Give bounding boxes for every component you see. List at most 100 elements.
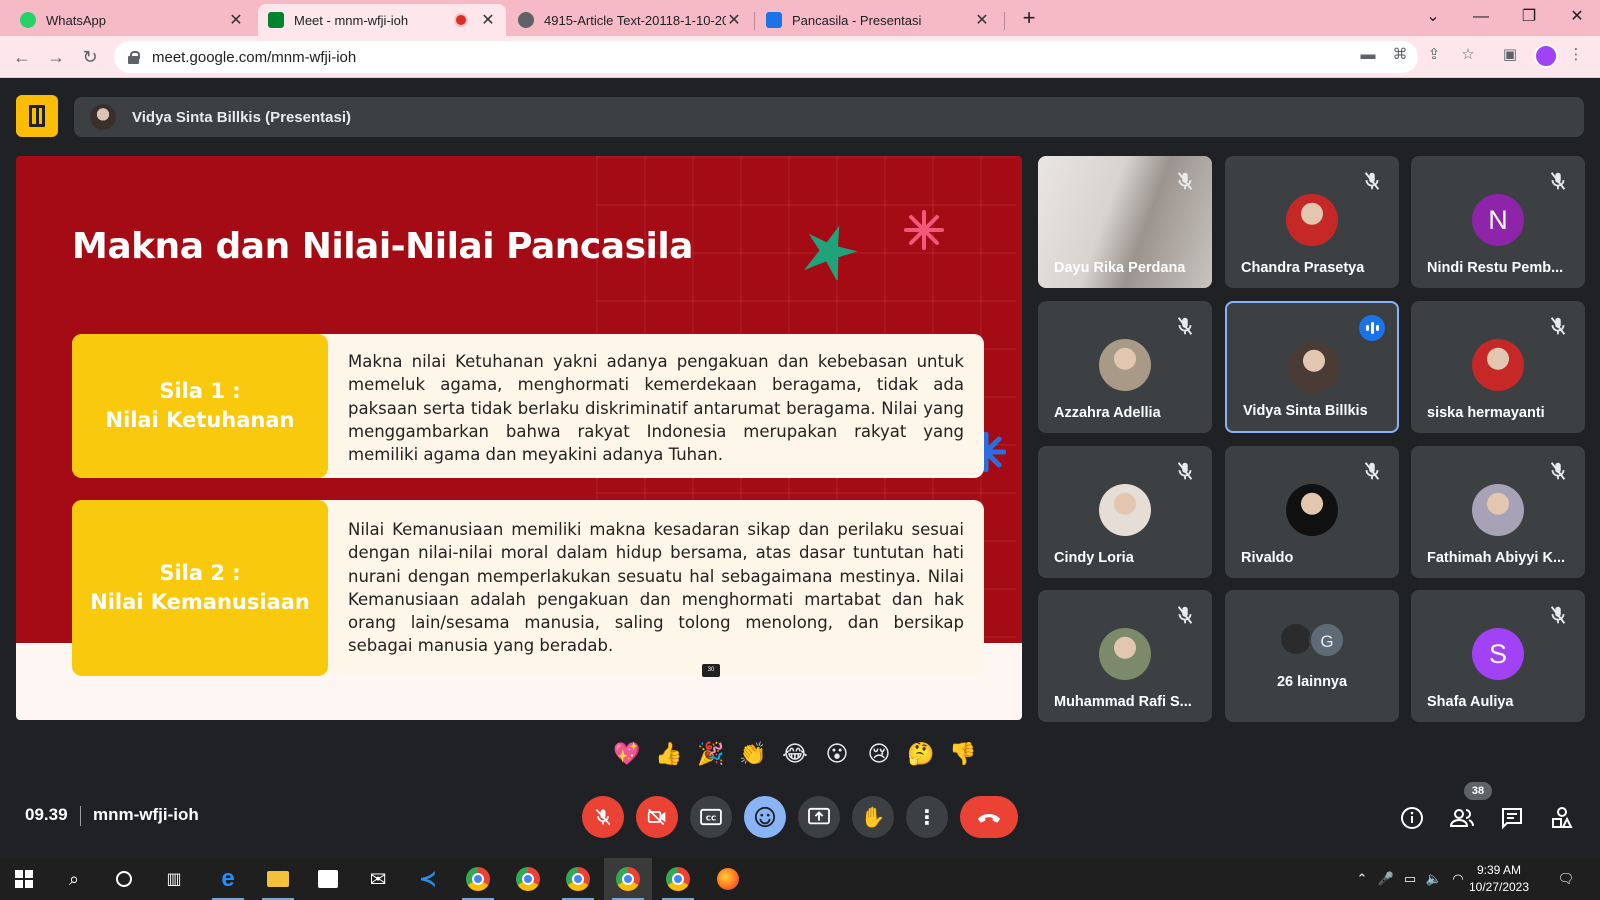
taskbar-chrome-3[interactable] bbox=[554, 858, 602, 900]
chrome-menu-icon[interactable]: ⋮ bbox=[1566, 45, 1586, 65]
camera-icon[interactable]: ▬ bbox=[1358, 45, 1378, 65]
participant-tile[interactable]: N Nindi Restu Pemb... bbox=[1411, 156, 1585, 288]
new-tab-button[interactable]: + bbox=[1016, 6, 1042, 32]
taskbar-chrome-2[interactable] bbox=[504, 858, 552, 900]
reaction-emoji-button[interactable]: 💖 bbox=[612, 739, 642, 769]
microphone-tray-icon[interactable]: 🎤 bbox=[1376, 871, 1396, 887]
camera-toggle-button[interactable] bbox=[636, 796, 678, 838]
translate-icon[interactable]: ⌘ bbox=[1390, 45, 1410, 65]
task-view-button[interactable]: ▥ bbox=[150, 858, 198, 900]
close-tab-icon[interactable]: ✕ bbox=[726, 10, 742, 30]
cortana-button[interactable] bbox=[100, 858, 148, 900]
close-tab-icon[interactable]: ✕ bbox=[974, 10, 990, 30]
leave-call-button[interactable] bbox=[960, 796, 1018, 838]
meeting-details-button[interactable] bbox=[1397, 803, 1427, 833]
participant-tile[interactable]: Azzahra Adellia bbox=[1038, 301, 1212, 433]
maximize-button[interactable]: ❐ bbox=[1514, 4, 1544, 30]
bookmark-star-icon[interactable]: ☆ bbox=[1458, 45, 1478, 65]
microphone-toggle-button[interactable] bbox=[582, 796, 624, 838]
presenter-label: Vidya Sinta Billkis (Presentasi) bbox=[132, 108, 351, 126]
tab-title: Pancasila - Presentasi bbox=[792, 12, 922, 28]
tab-title: WhatsApp bbox=[46, 12, 106, 28]
chat-button[interactable] bbox=[1497, 803, 1527, 833]
participant-avatar bbox=[1472, 339, 1524, 391]
captions-button[interactable]: CC bbox=[690, 796, 732, 838]
forward-icon[interactable]: → bbox=[44, 45, 68, 69]
search-taskbar-button[interactable]: ⌕ bbox=[50, 858, 98, 900]
reaction-emoji-button[interactable]: 👏 bbox=[738, 739, 768, 769]
back-icon[interactable]: ← bbox=[10, 45, 34, 69]
more-options-button[interactable]: ⋮ bbox=[906, 796, 948, 838]
taskbar-vscode[interactable]: ≺ bbox=[404, 858, 452, 900]
tab-meet[interactable]: Meet - mnm-wfji-ioh ✕ bbox=[258, 4, 506, 36]
taskbar-chrome-4[interactable] bbox=[604, 858, 652, 900]
reload-icon[interactable]: ↻ bbox=[78, 45, 102, 69]
raise-hand-button[interactable]: ✋ bbox=[852, 796, 894, 838]
taskbar-store[interactable] bbox=[304, 858, 352, 900]
sila-2-label: Sila 2 : Nilai Kemanusiaan bbox=[72, 500, 328, 676]
mic-muted-icon bbox=[1174, 170, 1196, 192]
hangup-icon bbox=[977, 813, 1001, 823]
taskbar-chrome-1[interactable] bbox=[454, 858, 502, 900]
tab-divider bbox=[754, 12, 755, 30]
reaction-emoji-button[interactable]: 😢 bbox=[864, 739, 894, 769]
present-screen-button[interactable] bbox=[798, 796, 840, 838]
participant-tile[interactable]: Vidya Sinta Billkis bbox=[1225, 301, 1399, 433]
people-button[interactable] bbox=[1447, 803, 1477, 833]
taskbar-firefox[interactable] bbox=[704, 858, 752, 900]
taskbar-file-explorer[interactable] bbox=[254, 858, 302, 900]
sila-2-description: Nilai Kemanusiaan memiliki makna kesadar… bbox=[348, 520, 964, 656]
side-panel-icon[interactable]: ▣ bbox=[1500, 45, 1520, 65]
clock-date: 10/27/2023 bbox=[1468, 880, 1530, 894]
reactions-button[interactable] bbox=[744, 796, 786, 838]
participant-tile[interactable]: siska hermayanti bbox=[1411, 301, 1585, 433]
participant-tile[interactable]: Rivaldo bbox=[1225, 446, 1399, 578]
reaction-emoji-button[interactable]: 😂 bbox=[780, 739, 810, 769]
taskbar-edge[interactable]: e bbox=[204, 858, 252, 900]
participant-tile[interactable]: Dayu Rika Perdana bbox=[1038, 156, 1212, 288]
participant-name: Chandra Prasetya bbox=[1241, 260, 1365, 276]
tab-search-icon[interactable]: ⌄ bbox=[1418, 4, 1448, 30]
participant-tile[interactable]: Muhammad Rafi S... bbox=[1038, 590, 1212, 722]
vscode-icon: ≺ bbox=[418, 866, 438, 891]
presenter-avatar bbox=[90, 104, 116, 130]
minimize-button[interactable]: — bbox=[1466, 4, 1496, 30]
participant-tile[interactable]: S Shafa Auliya bbox=[1411, 590, 1585, 722]
taskbar-mail[interactable]: ✉ bbox=[354, 858, 402, 900]
close-tab-icon[interactable]: ✕ bbox=[228, 10, 244, 30]
participant-tile[interactable]: G 26 lainnya bbox=[1225, 590, 1399, 722]
system-clock[interactable]: 9:39 AM 10/27/2023 bbox=[1462, 862, 1536, 896]
close-window-button[interactable]: ✕ bbox=[1562, 4, 1592, 30]
close-tab-icon[interactable]: ✕ bbox=[480, 10, 496, 30]
reaction-emoji-button[interactable]: 👍 bbox=[654, 739, 684, 769]
volume-icon[interactable]: 🔈 bbox=[1424, 871, 1444, 887]
globe-icon bbox=[518, 12, 534, 28]
tab-pancasila[interactable]: Pancasila - Presentasi ✕ bbox=[756, 4, 1000, 36]
participant-tile[interactable]: Chandra Prasetya bbox=[1225, 156, 1399, 288]
reaction-emoji-button[interactable]: 🤔 bbox=[906, 739, 936, 769]
task-view-icon: ▥ bbox=[166, 871, 182, 888]
address-bar[interactable]: meet.google.com/mnm-wfji-ioh bbox=[114, 41, 1418, 73]
mic-muted-icon bbox=[1547, 604, 1569, 626]
taskbar-chrome-5[interactable] bbox=[654, 858, 702, 900]
start-button[interactable] bbox=[0, 858, 48, 900]
participant-tile[interactable]: Fathimah Abiyyi K... bbox=[1411, 446, 1585, 578]
tab-article[interactable]: 4915-Article Text-20118-1-10-20 ✕ bbox=[508, 4, 752, 36]
reaction-emoji-button[interactable]: 🎉 bbox=[696, 739, 726, 769]
tab-whatsapp[interactable]: WhatsApp ✕ bbox=[10, 4, 254, 36]
profile-avatar[interactable] bbox=[1534, 44, 1558, 68]
participant-name: Fathimah Abiyyi K... bbox=[1427, 550, 1566, 566]
tab-title: Meet - mnm-wfji-ioh bbox=[294, 12, 409, 28]
meet-activities-button[interactable] bbox=[16, 95, 58, 137]
tray-overflow-icon[interactable]: ⌃ bbox=[1352, 871, 1372, 887]
participant-initial-avatar: N bbox=[1472, 194, 1524, 246]
share-icon[interactable]: ⇪ bbox=[1424, 45, 1444, 65]
battery-icon[interactable]: ▭ bbox=[1400, 871, 1420, 887]
notifications-icon[interactable]: 🗨 bbox=[1556, 871, 1576, 887]
chrome-icon bbox=[466, 867, 490, 891]
participant-name: Cindy Loria bbox=[1054, 550, 1134, 566]
participant-tile[interactable]: Cindy Loria bbox=[1038, 446, 1212, 578]
reaction-emoji-button[interactable]: 👎 bbox=[948, 739, 978, 769]
reaction-emoji-button[interactable]: 😮 bbox=[822, 739, 852, 769]
activities-button[interactable] bbox=[1547, 803, 1577, 833]
